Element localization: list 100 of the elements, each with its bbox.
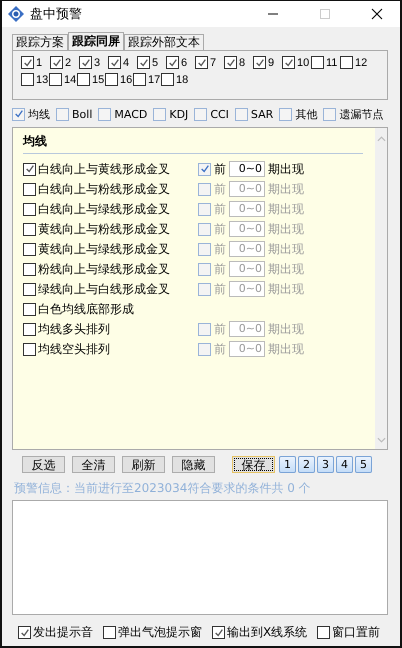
- slot-label: 7: [210, 56, 216, 68]
- action-button[interactable]: 保存: [232, 456, 275, 472]
- slot-label: 11: [326, 56, 338, 68]
- checkbox[interactable]: [23, 222, 36, 236]
- period-prefix: 前: [214, 240, 226, 258]
- checkbox[interactable]: [194, 108, 208, 120]
- period-suffix: 期出现: [268, 280, 304, 298]
- checkbox[interactable]: [161, 73, 174, 86]
- slot-label: 5: [152, 56, 158, 68]
- checkbox[interactable]: [77, 73, 90, 86]
- indicator-label: MACD: [114, 108, 148, 120]
- option-label: 输出到X线系统: [227, 624, 308, 641]
- page-button[interactable]: 2: [298, 456, 315, 472]
- checkbox[interactable]: [279, 108, 292, 120]
- checkbox[interactable]: [340, 56, 353, 69]
- checkbox[interactable]: [23, 242, 36, 256]
- checkbox[interactable]: [317, 626, 330, 639]
- action-button[interactable]: 反选: [22, 456, 65, 472]
- close-icon[interactable]: [371, 8, 383, 20]
- checkbox[interactable]: [23, 342, 36, 356]
- slot-label: 16: [120, 74, 132, 86]
- condition-label: 粉线向上与绿线形成金叉: [38, 260, 170, 278]
- checkbox[interactable]: [98, 108, 112, 120]
- period-suffix: 期出现: [268, 180, 304, 198]
- page-button[interactable]: 1: [279, 456, 296, 472]
- period-suffix: 期出现: [268, 160, 304, 178]
- checkbox[interactable]: [21, 56, 34, 69]
- period-field[interactable]: 0~0: [229, 161, 265, 177]
- checkbox[interactable]: [18, 626, 31, 639]
- slot-label: 17: [148, 74, 160, 86]
- slot-label: 18: [176, 74, 188, 86]
- checkbox[interactable]: [23, 162, 36, 176]
- page-button[interactable]: 4: [336, 456, 353, 472]
- period-prefix: 前: [214, 320, 226, 338]
- diamond-icon: [8, 6, 24, 22]
- page-button[interactable]: 5: [355, 456, 372, 472]
- checkbox[interactable]: [23, 282, 36, 296]
- slot-label: 8: [239, 56, 246, 68]
- period-suffix: 期出现: [268, 240, 304, 258]
- checkbox[interactable]: [23, 182, 36, 196]
- page-button[interactable]: 3: [317, 456, 334, 472]
- slot-label: 6: [181, 56, 188, 68]
- checkbox[interactable]: [234, 108, 248, 120]
- checkbox[interactable]: [212, 626, 225, 639]
- period-suffix: 期出现: [268, 340, 304, 358]
- checkbox[interactable]: [198, 162, 211, 176]
- condition-label: 绿线向上与白线形成金叉: [38, 280, 170, 298]
- checkbox[interactable]: [23, 302, 36, 316]
- checkbox[interactable]: [137, 56, 150, 69]
- checkbox[interactable]: [21, 73, 34, 86]
- window-title: 盘中预警: [30, 6, 82, 23]
- condition-label: 均线多头排列: [38, 320, 110, 338]
- checkbox[interactable]: [105, 73, 118, 86]
- tab[interactable]: 跟踪同屏: [68, 32, 124, 50]
- condition-label: 黄线向上与绿线形成金叉: [38, 240, 170, 258]
- checkbox[interactable]: [166, 56, 179, 69]
- action-button[interactable]: 隐藏: [172, 456, 215, 472]
- action-button[interactable]: 刷新: [122, 456, 165, 472]
- checkbox[interactable]: [108, 56, 121, 69]
- option-label: 弹出气泡提示窗: [118, 624, 202, 641]
- period-prefix: 前: [214, 200, 226, 218]
- checkbox[interactable]: [133, 73, 146, 86]
- checkbox[interactable]: [50, 56, 63, 69]
- slot-label: 9: [268, 56, 274, 68]
- checkbox[interactable]: [224, 56, 237, 69]
- checkbox[interactable]: [253, 56, 266, 69]
- slot-label: 14: [64, 74, 76, 86]
- checkbox[interactable]: [195, 56, 208, 69]
- condition-label: 黄线向上与粉线形成金叉: [38, 220, 170, 238]
- period-prefix: 前: [214, 220, 226, 238]
- checkbox[interactable]: [23, 322, 36, 336]
- checkbox[interactable]: [153, 108, 166, 120]
- checkbox[interactable]: [282, 56, 295, 69]
- tab[interactable]: 跟踪方案: [12, 34, 68, 50]
- checkbox[interactable]: [12, 108, 25, 120]
- indicator-label: 均线: [28, 106, 50, 122]
- checkbox[interactable]: [49, 73, 62, 86]
- slot-label: 12: [355, 56, 368, 68]
- period-prefix: 前: [214, 340, 226, 358]
- indicator-label: Boll: [72, 108, 92, 120]
- condition-label: 白线向上与黄线形成金叉: [38, 160, 170, 178]
- indicator-label: KDJ: [169, 108, 188, 120]
- tab[interactable]: 跟踪外部文本: [124, 34, 204, 50]
- panel-title: 均线: [23, 131, 363, 154]
- indicator-label: 其他: [295, 106, 318, 122]
- checkbox[interactable]: [79, 56, 92, 69]
- condition-label: 白线向上与绿线形成金叉: [38, 200, 170, 218]
- checkbox[interactable]: [311, 56, 324, 69]
- action-button[interactable]: 全清: [72, 456, 115, 472]
- checkbox[interactable]: [323, 108, 336, 120]
- slot-label: 3: [94, 56, 100, 68]
- checkbox[interactable]: [23, 262, 36, 276]
- indicator-label: CCI: [210, 108, 229, 120]
- checkbox[interactable]: [103, 626, 116, 639]
- slot-label: 10: [297, 56, 310, 68]
- info-text: 预警信息：当前进行至2023034符合要求的条件共 0 个: [13, 480, 312, 497]
- period-prefix: 前: [214, 180, 226, 198]
- checkbox[interactable]: [23, 202, 36, 216]
- period-prefix: 前: [214, 160, 226, 178]
- checkbox[interactable]: [56, 108, 69, 120]
